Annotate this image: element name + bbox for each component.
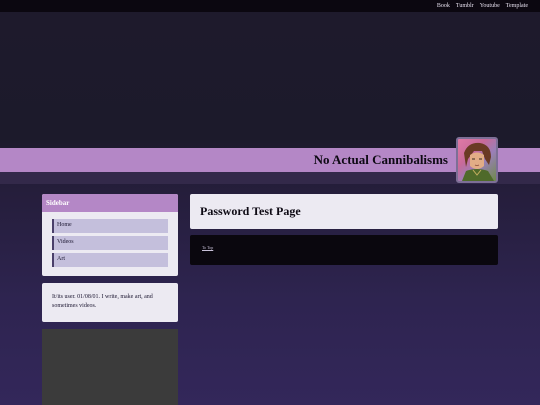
character-portrait-icon <box>462 142 494 181</box>
site-title: No Actual Cannibalisms <box>313 152 448 167</box>
nav-link-youtube[interactable]: Youtube <box>480 3 500 9</box>
content-panel: To Top <box>190 235 498 265</box>
page-title: Password Test Page <box>190 194 498 229</box>
sidebar-heading: Sidebar <box>42 194 178 212</box>
sidebar-empty-panel <box>42 329 178 405</box>
bio-text: It/its user. 01/08/01. I write, make art… <box>42 283 178 322</box>
sidebar: Sidebar Home Videos Art <box>42 194 178 276</box>
sidebar-nav: Home Videos Art <box>42 212 178 267</box>
nav-link-tumblr[interactable]: Tumblr <box>456 3 474 9</box>
sidebar-item-home[interactable]: Home <box>52 219 168 233</box>
nav-link-book[interactable]: Book <box>437 3 450 9</box>
to-top-link[interactable]: To Top <box>202 245 213 250</box>
sidebar-item-videos[interactable]: Videos <box>52 236 168 250</box>
avatar <box>456 137 498 183</box>
top-nav: Book Tumblr Youtube Template <box>0 0 540 12</box>
sidebar-item-art[interactable]: Art <box>52 253 168 267</box>
nav-link-template[interactable]: Template <box>506 3 528 9</box>
